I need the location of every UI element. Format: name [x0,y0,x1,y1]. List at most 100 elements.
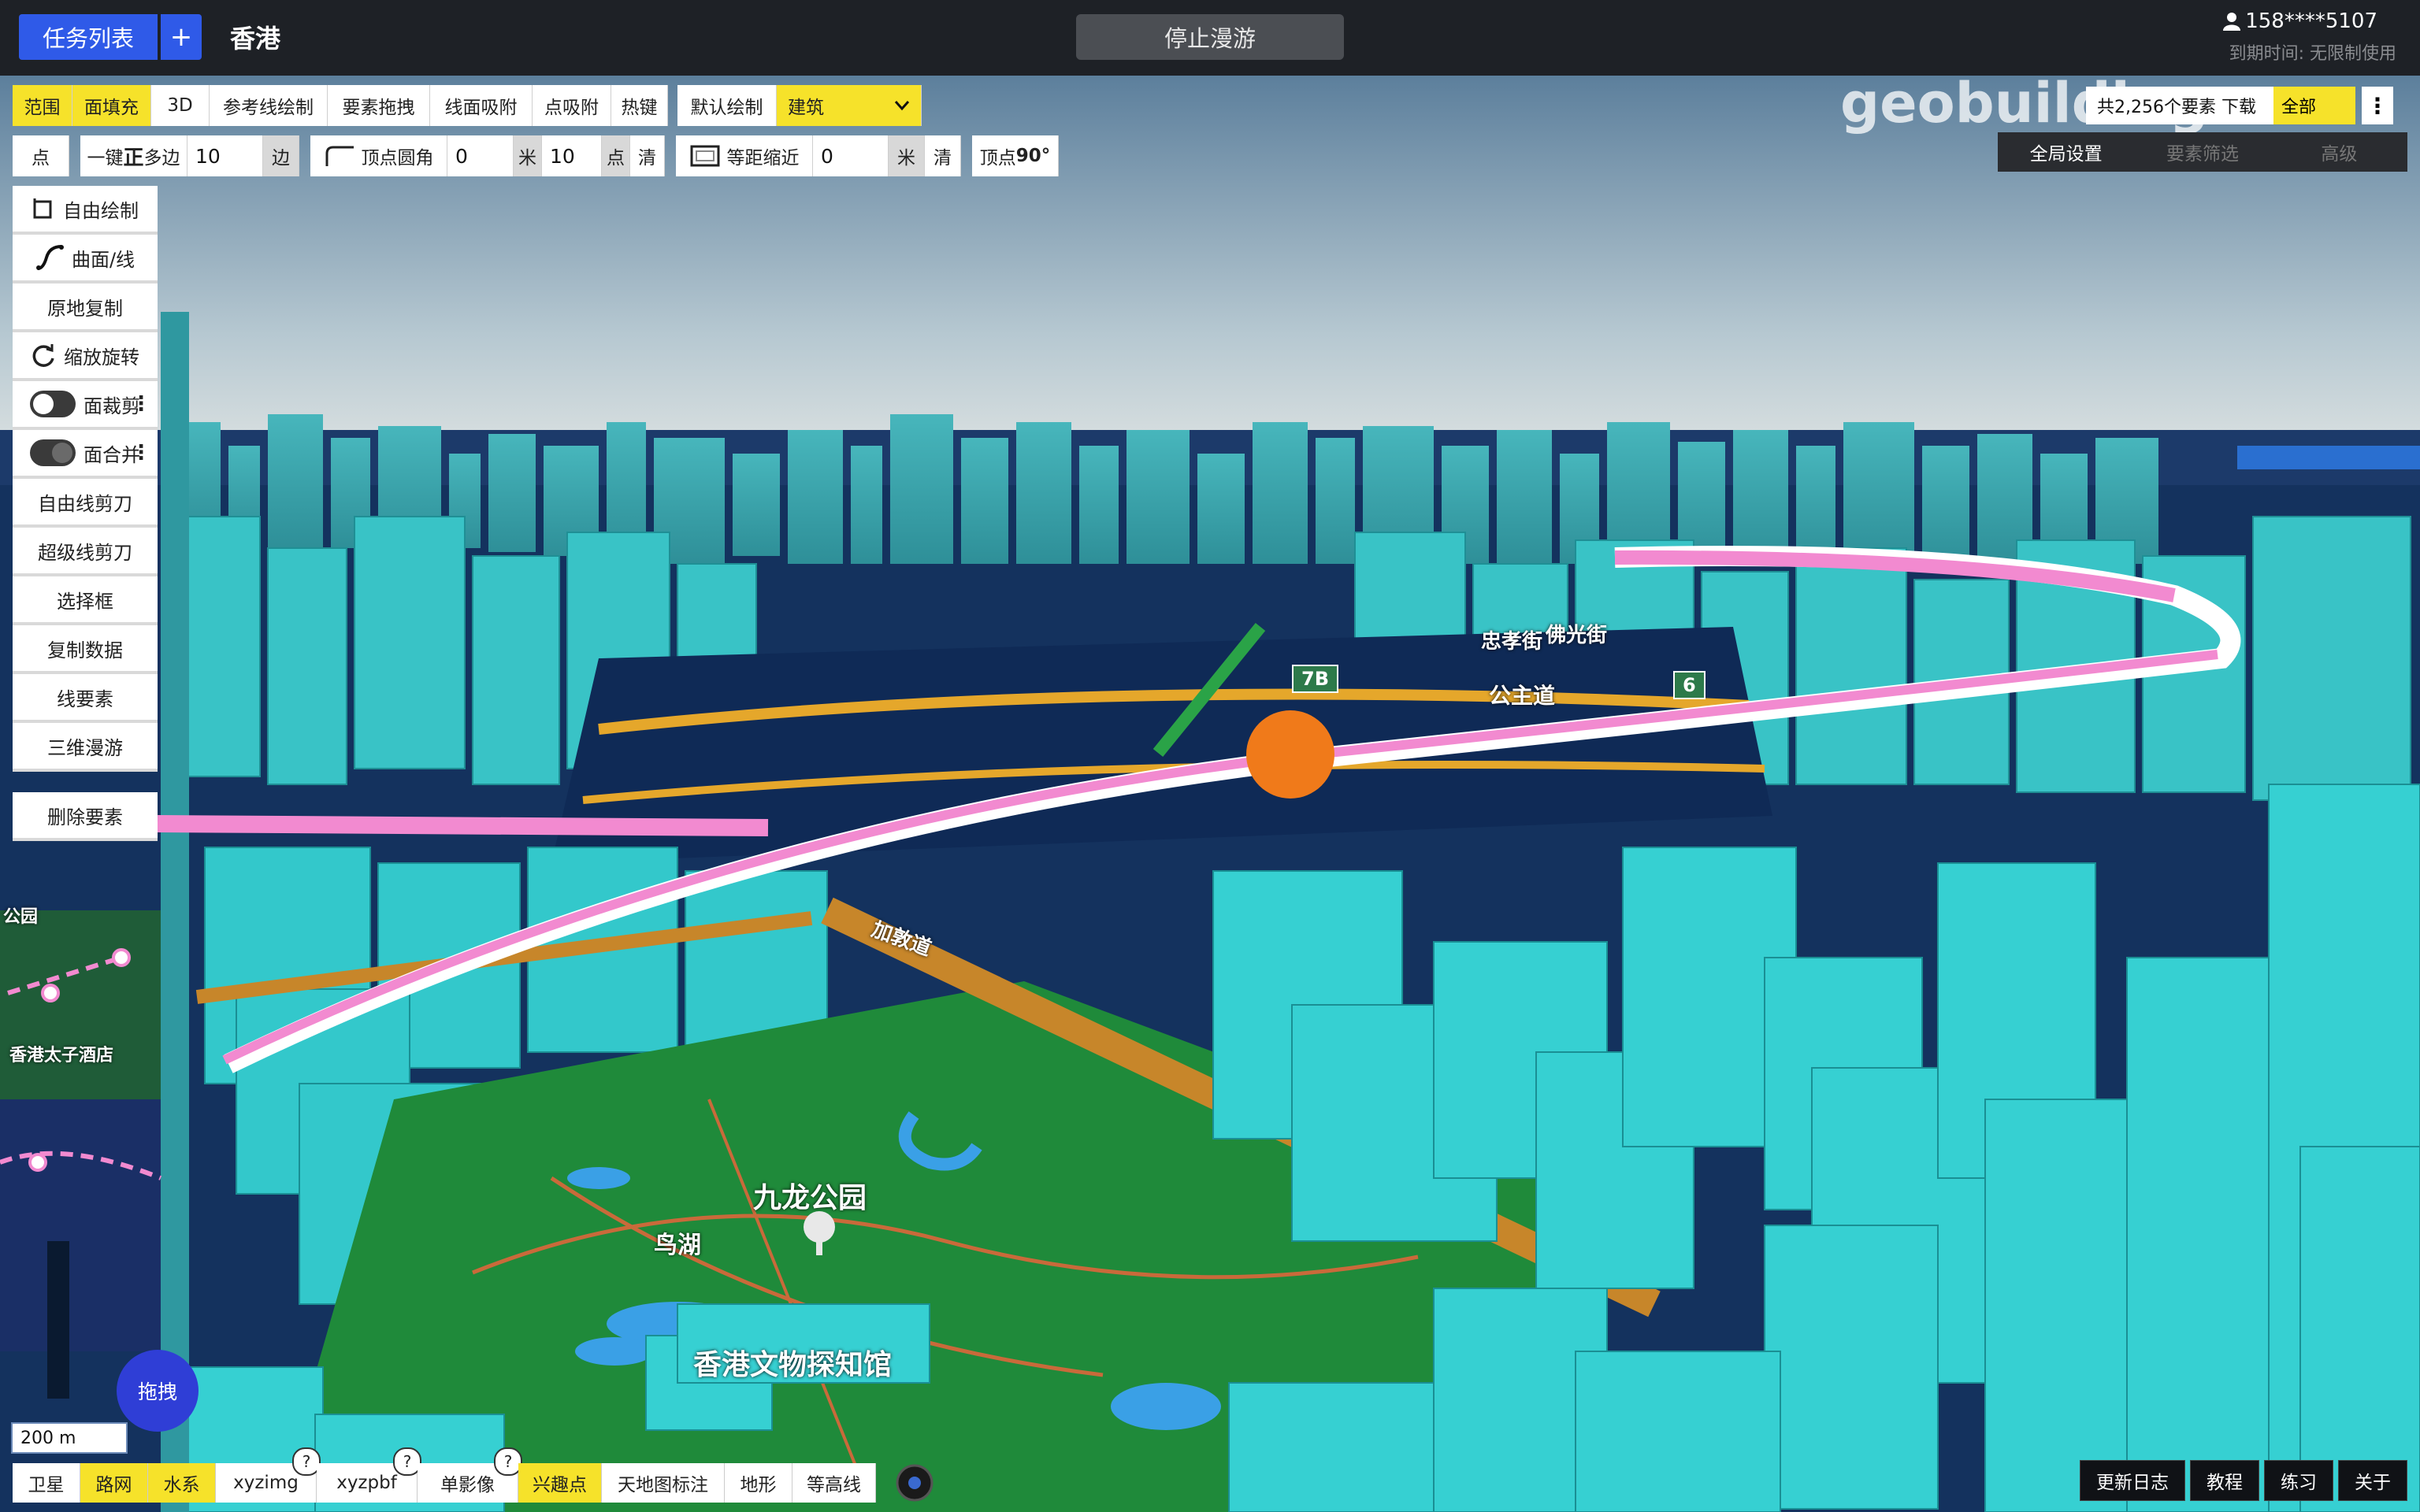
feature-filter-select[interactable]: 全部 [2273,87,2355,124]
shrink-box-icon [690,145,719,167]
toolbar-row-2: 点 一键正多边 10 边 顶点圆角 0 米 10 点 清 等距缩近 0 米 清 … [13,135,1059,176]
round-clear-button[interactable]: 清 [630,135,665,176]
round-points-unit: 点 [602,135,630,176]
about-button[interactable]: 关于 [2338,1460,2407,1501]
equal-shrink-button[interactable]: 等距缩近 [676,135,813,176]
super-line-cut-label: 超级线剪刀 [38,541,132,564]
map-label-foguang: 佛光街 [1546,624,1608,647]
practice-button[interactable]: 练习 [2264,1460,2333,1501]
drag-button[interactable]: 拖拽 [117,1350,199,1432]
range-button[interactable]: 范围 [13,85,72,126]
route-badge-6: 6 [1673,671,1706,699]
map-label-lake: 鸟湖 [654,1232,701,1259]
add-task-button[interactable]: + [161,14,202,60]
toolbar-row-1: 范围 面填充 3D 参考线绘制 要素拖拽 线面吸附 点吸附 热键 默认绘制 建筑 [13,85,922,126]
ref-line-button[interactable]: 参考线绘制 [210,85,328,126]
super-line-cut-button[interactable]: 超级线剪刀 [13,528,158,576]
point-snap-button[interactable]: 点吸附 [533,85,611,126]
face-merge-row[interactable]: 面合并 ⋮ [13,430,158,479]
default-draw-button[interactable]: 默认绘制 [677,85,777,126]
scale-rotate-label: 缩放旋转 [64,346,139,369]
single-image-layer-button[interactable]: 单影像 ? [418,1447,522,1503]
map-canvas[interactable] [0,76,2420,1512]
sides-input[interactable]: 10 [187,135,263,176]
face-clip-more-icon[interactable]: ⋮ [131,392,151,416]
delete-feature-button[interactable]: 删除要素 [13,792,158,841]
face-clip-row[interactable]: 面裁剪 ⋮ [13,381,158,430]
task-list-button[interactable]: 任务列表 [19,14,158,60]
advanced-tab[interactable]: 高级 [2271,139,2407,165]
poi-layer-button[interactable]: 兴趣点 [518,1463,602,1503]
hotkey-button[interactable]: 热键 [611,85,668,126]
tutorial-button[interactable]: 教程 [2190,1460,2259,1501]
terrain-layer-button[interactable]: 地形 [725,1463,792,1503]
settings-tabs: 全局设置 要素筛选 高级 [1998,132,2407,172]
line-feature-button[interactable]: 线要素 [13,674,158,723]
vertex-round-button[interactable]: 顶点圆角 [310,135,447,176]
select-box-label: 选择框 [57,590,113,613]
round-radius-unit: 米 [514,135,542,176]
contour-layer-button[interactable]: 等高线 [792,1463,876,1503]
road-layer-button[interactable]: 路网 [80,1463,148,1503]
face-clip-toggle[interactable] [30,391,76,417]
user-account[interactable]: 158****5107 [2223,9,2377,33]
sides-unit: 边 [263,135,299,176]
select-box-button[interactable]: 选择框 [13,576,158,625]
round-radius-input[interactable]: 0 [447,135,514,176]
user-phone: 158****5107 [2245,9,2377,33]
expire-text: 到期时间: 无限制使用 [2229,44,2396,64]
face-merge-toggle[interactable] [30,439,76,466]
water-layer-button[interactable]: 水系 [148,1463,216,1503]
copy-data-label: 复制数据 [47,639,123,662]
xyzpbf-layer-button[interactable]: xyzpbf ? [317,1447,421,1503]
face-merge-more-icon[interactable]: ⋮ [131,441,151,465]
more-menu-button[interactable]: ⋮ [2362,87,2393,124]
map-label-zhongxiao: 忠孝街 [1481,630,1543,654]
feature-drag-button[interactable]: 要素拖拽 [328,85,430,126]
copy-in-place-label: 原地复制 [47,297,123,320]
left-toolbar: 自由绘制 曲面/线 原地复制 缩放旋转 面裁剪 ⋮ 面合并 ⋮ 自由线剪刀 超级… [13,186,158,841]
regular-polygon-button[interactable]: 一键正多边 [80,135,187,176]
free-line-cut-button[interactable]: 自由线剪刀 [13,479,158,528]
free-draw-label: 自由绘制 [63,199,139,222]
tour-camera-marker[interactable] [1246,710,1334,799]
free-draw-button[interactable]: 自由绘制 [13,186,158,235]
vertex-90-button[interactable]: 顶点 90° [972,135,1059,176]
regular-polygon-prefix: 一键 [87,148,124,169]
round-points-input[interactable]: 10 [542,135,602,176]
scale-rotate-button[interactable]: 缩放旋转 [13,332,158,381]
equal-shrink-label: 等距缩近 [726,148,800,169]
3d-button[interactable]: 3D [151,85,210,126]
tour-3d-button[interactable]: 三维漫游 [13,723,158,772]
map-view[interactable]: 九龙公园 鸟湖 香港文物探知馆 香港太子酒店 公园 忠孝街 佛光街 公主道 加敦… [0,76,2420,1512]
feature-filter-tab[interactable]: 要素筛选 [2134,139,2270,165]
round-corner-icon [325,146,354,166]
layer-select-value: 建筑 [788,98,824,118]
layer-select[interactable]: 建筑 [777,85,922,126]
xyzimg-layer-button[interactable]: xyzimg ? [216,1447,321,1503]
shrink-clear-button[interactable]: 清 [925,135,961,176]
shrink-distance-input[interactable]: 0 [813,135,889,176]
help-links: 更新日志 教程 练习 关于 [2080,1460,2407,1501]
city-title: 香港 [230,24,281,54]
compass-icon[interactable] [895,1463,934,1503]
layer-bar: 卫星 路网 水系 xyzimg ? xyzpbf ? 单影像 ? 兴趣点 天地图… [13,1447,934,1504]
stop-tour-button[interactable]: 停止漫游 [1076,14,1344,60]
curve-button[interactable]: 曲面/线 [13,235,158,284]
point-button[interactable]: 点 [13,135,69,176]
copy-in-place-button[interactable]: 原地复制 [13,284,158,332]
line-snap-button[interactable]: 线面吸附 [430,85,533,126]
line-feature-label: 线要素 [57,687,113,710]
rotate-icon [32,344,54,367]
top-bar: 任务列表 + 香港 停止漫游 158****5107 到期时间: 无限制使用 [0,0,2420,76]
fill-button[interactable]: 面填充 [72,85,151,126]
copy-data-button[interactable]: 复制数据 [13,625,158,674]
satellite-layer-button[interactable]: 卫星 [13,1463,80,1503]
changelog-button[interactable]: 更新日志 [2080,1460,2185,1501]
tour-3d-label: 三维漫游 [47,736,123,759]
global-settings-tab[interactable]: 全局设置 [1998,139,2134,165]
tianditu-layer-button[interactable]: 天地图标注 [602,1463,725,1503]
curve-label: 曲面/线 [71,248,135,271]
delete-feature-label: 删除要素 [47,806,123,828]
